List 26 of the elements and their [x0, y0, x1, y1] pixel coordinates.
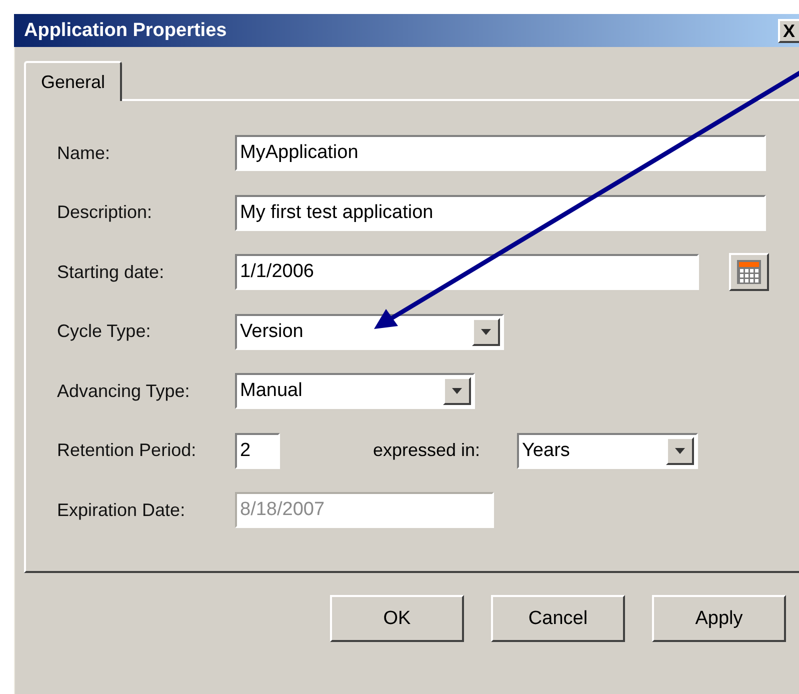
dropdown[interactable]: Years — [517, 432, 698, 468]
field-label: Name: — [57, 142, 112, 164]
field-label: Expiration Date: — [57, 500, 186, 520]
calendar-button[interactable] — [729, 253, 769, 291]
field-label: Starting date: — [57, 262, 166, 282]
field-label: Advancing Type: — [57, 380, 191, 402]
dialog-button[interactable]: Apply — [652, 595, 786, 642]
input-field[interactable]: 2 — [235, 432, 280, 468]
field-label: Retention Period: — [57, 440, 198, 461]
calendar-icon — [736, 259, 762, 285]
dropdown[interactable]: Manual — [235, 373, 475, 409]
caret-icon — [480, 328, 492, 336]
input-field[interactable]: My first test application — [235, 194, 766, 230]
field-label: Cycle Type: — [57, 321, 152, 342]
dialog-button[interactable]: Cancel — [491, 595, 625, 642]
dialog-button[interactable]: OK — [330, 595, 464, 642]
field-label: expressed in: — [373, 440, 482, 461]
dropdown[interactable]: Version — [235, 314, 504, 350]
caret-icon — [674, 446, 686, 454]
window-title: Application Properties — [24, 20, 227, 42]
caret-icon — [451, 387, 463, 395]
input-field[interactable]: MyApplication — [235, 135, 766, 171]
input-field[interactable]: 1/1/2006 — [235, 254, 699, 290]
tab[interactable]: General — [24, 61, 122, 101]
field-label: Description: — [57, 202, 154, 223]
close-button[interactable]: X — [778, 18, 799, 42]
